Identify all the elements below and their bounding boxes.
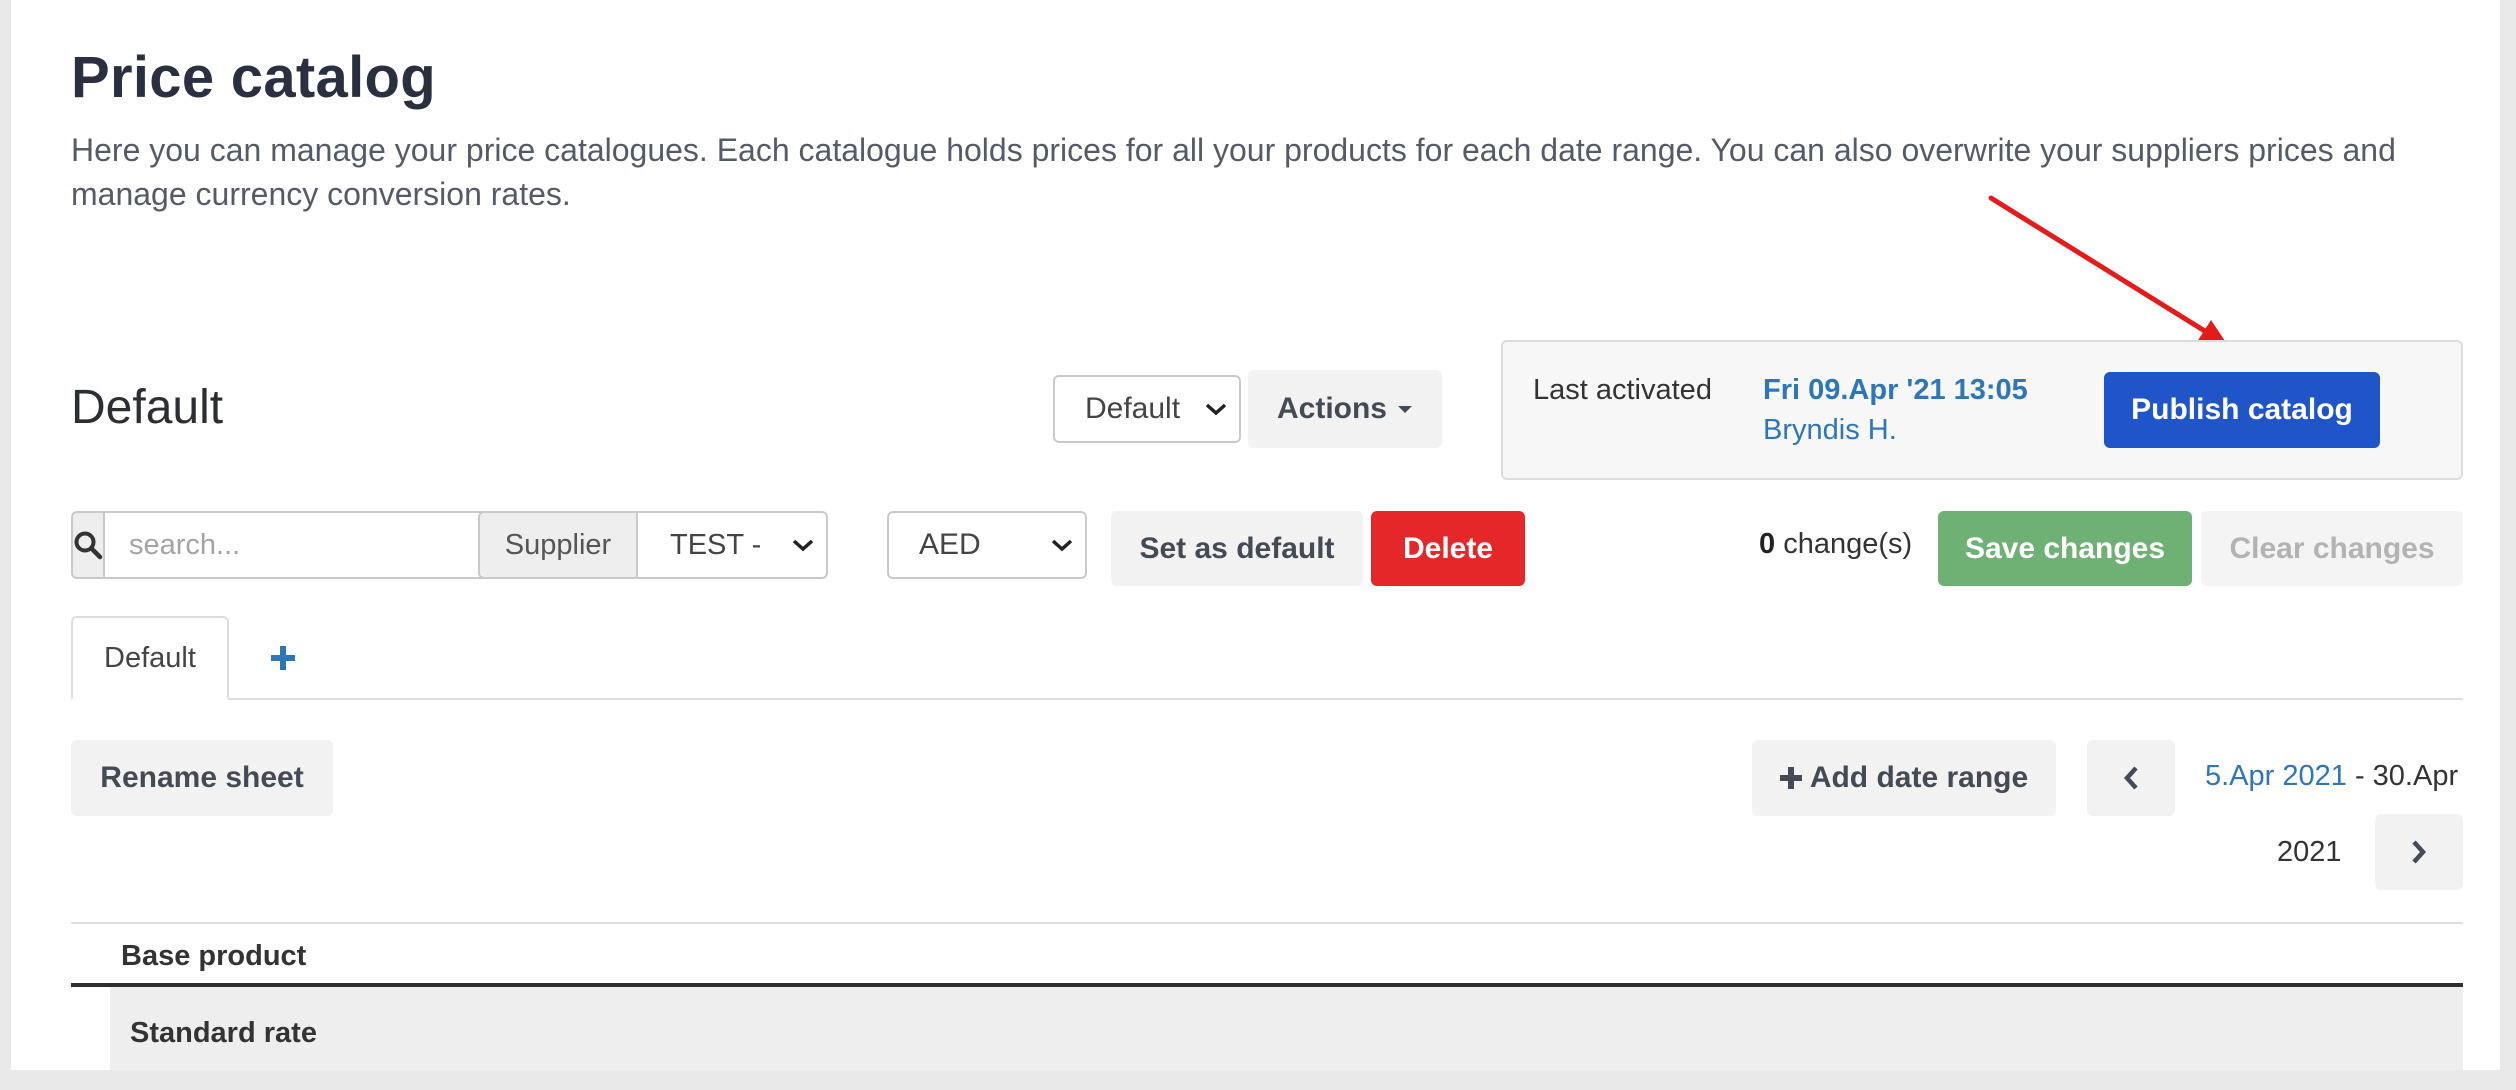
last-activated-user[interactable]: Bryndis H. [1763, 414, 1897, 447]
chevron-left-icon [2123, 766, 2138, 790]
supplier-filter: Supplier TEST - [478, 511, 828, 579]
actions-label: Actions [1276, 392, 1387, 425]
activation-panel: Last activated Fri 09.Apr '21 13:05 Bryn… [1501, 340, 2463, 480]
group-row-label: Standard rate [130, 1017, 317, 1049]
search-icon [71, 511, 105, 579]
arrow-annotation-icon [1988, 195, 2231, 350]
save-changes-button[interactable]: Save changes [1938, 511, 2192, 586]
clear-changes-button[interactable]: Clear changes [2201, 511, 2463, 586]
changes-label: change(s) [1783, 528, 1913, 560]
set-as-default-button[interactable]: Set as default [1111, 511, 1363, 586]
supplier-select-value: TEST - [670, 528, 762, 561]
tabs-divider [71, 698, 2463, 700]
supplier-select[interactable]: TEST - [638, 511, 828, 579]
currency-select[interactable]: AED [887, 511, 1087, 579]
catalog-title: Default [71, 381, 224, 434]
chevron-down-icon [1051, 538, 1073, 552]
changes-count: 0 [1759, 528, 1776, 560]
chevron-down-icon [792, 538, 814, 552]
chevron-right-icon [2412, 840, 2427, 864]
date-range-separator: - [2346, 760, 2373, 792]
catalog-select-value: Default [1085, 392, 1181, 425]
add-date-range-button[interactable]: Add date range [1752, 740, 2056, 816]
column-header-base-product: Base product [121, 940, 307, 972]
add-date-range-label: Add date range [1809, 761, 2029, 794]
search-group [71, 511, 508, 579]
date-range-start[interactable]: 5.Apr 2021 [2205, 760, 2347, 792]
tab-default[interactable]: Default [71, 616, 229, 700]
date-range-label: 5.Apr 2021 - 30.Apr [2205, 760, 2458, 793]
date-range-end: 30.Apr [2372, 760, 2459, 792]
page-title: Price catalog [71, 45, 436, 110]
chevron-down-icon [1205, 402, 1227, 416]
rename-sheet-button[interactable]: Rename sheet [71, 740, 333, 816]
date-range-end-year: 2021 [2277, 836, 2342, 868]
plus-icon [271, 646, 295, 670]
delete-button[interactable]: Delete [1371, 511, 1525, 586]
last-activated-date[interactable]: Fri 09.Apr '21 13:05 [1763, 374, 2028, 407]
next-date-range-button[interactable] [2375, 814, 2463, 890]
last-activated-label: Last activated [1533, 374, 1712, 406]
changes-counter: 0 change(s) [1759, 528, 1912, 561]
actions-dropdown-button[interactable]: Actions [1248, 370, 1442, 448]
catalog-select[interactable]: Default [1053, 375, 1241, 443]
table-group-row: Standard rate [110, 987, 2463, 1070]
publish-catalog-button[interactable]: Publish catalog [2104, 372, 2380, 448]
caret-down-icon [1398, 406, 1412, 413]
add-tab-button[interactable] [259, 636, 307, 680]
supplier-label: Supplier [478, 511, 638, 579]
main-panel: Price catalog Here you can manage your p… [11, 0, 2500, 1070]
previous-date-range-button[interactable] [2087, 740, 2175, 816]
search-input[interactable] [105, 511, 508, 579]
currency-select-value: AED [919, 528, 981, 561]
table-top-border [71, 922, 2463, 924]
plus-icon [1779, 767, 1802, 789]
